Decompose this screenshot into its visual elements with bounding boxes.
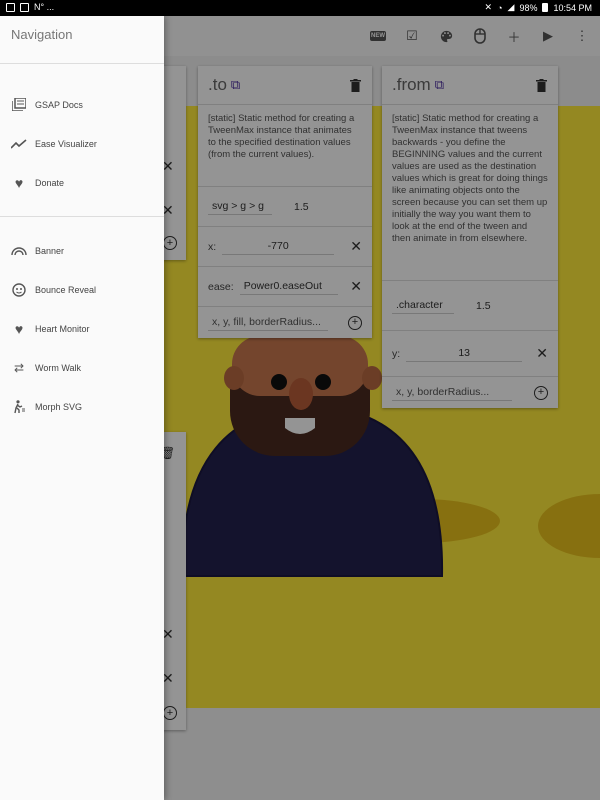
nav-item-label: Banner (35, 245, 65, 256)
rainbow-icon (11, 244, 27, 258)
nav-item-worm-walk[interactable]: ⇄ Worm Walk (0, 348, 164, 387)
swap-icon: ⇄ (13, 360, 25, 375)
nav-item-label: Donate (35, 177, 65, 188)
nav-item-label: Worm Walk (35, 362, 81, 373)
battery-percent: 98% (519, 2, 538, 13)
nav-item-banner[interactable]: Banner (0, 231, 164, 270)
clock: 10:54 PM (553, 2, 592, 13)
nav-item-gsap-docs[interactable]: GSAP Docs (0, 85, 164, 124)
library-books-icon (11, 98, 27, 112)
signal-icon: ◢ (507, 2, 515, 12)
heart-icon: ♥ (14, 174, 24, 191)
nav-item-label: GSAP Docs (35, 99, 83, 110)
drawer-title: Navigation (0, 16, 164, 64)
face-icon (11, 282, 27, 297)
status-bar: N° ... ✕ ◔ ◢ 98% 10:54 PM (0, 0, 600, 16)
mute-icon: ✕ (484, 2, 493, 12)
gallery-icon (6, 2, 15, 12)
battery-icon (542, 3, 549, 12)
nav-item-label: Bounce Reveal (35, 284, 97, 295)
nav-item-heart-monitor[interactable]: ♥ Heart Monitor (0, 309, 164, 348)
nav-item-morph-svg[interactable]: Morph SVG (0, 387, 164, 426)
nav-primary-group: GSAP Docs Ease Visualizer ♥ Donate (0, 64, 164, 217)
nav-item-donate[interactable]: ♥ Donate (0, 163, 164, 202)
nav-item-label: Ease Visualizer (35, 138, 97, 149)
nav-item-ease-visualizer[interactable]: Ease Visualizer (0, 124, 164, 163)
wifi-icon: ◔ (497, 2, 503, 13)
navigation-drawer: Navigation GSAP Docs Ease Visualizer ♥ D… (0, 16, 164, 800)
nav-item-label: Heart Monitor (35, 323, 90, 334)
walk-icon (11, 399, 27, 414)
image-icon (20, 2, 29, 12)
nav-item-bounce-reveal[interactable]: Bounce Reveal (0, 270, 164, 309)
heart-icon: ♥ (14, 320, 24, 337)
nav-item-label: Morph SVG (35, 401, 83, 412)
nav-demos-group: Banner Bounce Reveal ♥ Heart Monitor ⇄ W… (0, 217, 164, 440)
trending-icon (11, 137, 27, 151)
status-left-text: N° ... (34, 2, 55, 12)
